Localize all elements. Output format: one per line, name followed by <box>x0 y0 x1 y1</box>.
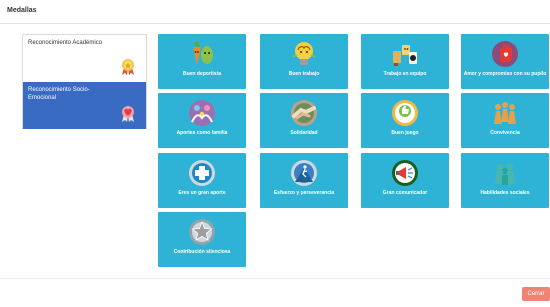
medal-title: Aportes como familia <box>176 130 228 136</box>
medal-title: Buen trabajo <box>288 71 320 77</box>
category-item-socio-emocional[interactable]: Reconocimiento Socio-Emocional <box>23 82 146 129</box>
hand-heart-icon <box>492 41 518 67</box>
heart-medal-icon <box>122 106 134 122</box>
footer-divider <box>0 278 550 279</box>
medal-card-eres-un-gran-aporte[interactable]: Eres un gran aporte <box>158 153 246 208</box>
category-label: Reconocimiento Académico <box>28 40 103 46</box>
medal-title: Buen juego <box>391 130 419 136</box>
climbing-person-icon <box>291 160 317 186</box>
medals-modal: Medallas Reconocimiento Académico Recono… <box>0 0 550 307</box>
ribbon-medal-icon <box>122 59 134 75</box>
thumbs-up-icon <box>392 100 418 126</box>
medal-card-convivencia[interactable]: Convivencia <box>461 93 549 148</box>
medal-title: Esfuerzo y perseverancia <box>273 190 335 196</box>
megaphone-icon <box>392 160 418 186</box>
medal-card-amor-y-compromiso[interactable]: Amor y compromiso con su pupilo <box>461 34 549 89</box>
medal-title: Amor y compromiso con su pupilo <box>463 71 547 77</box>
category-item-academico[interactable]: Reconocimiento Académico <box>23 35 146 82</box>
veggie-characters-icon <box>193 41 213 65</box>
category-label: Reconocimiento Socio-Emocional <box>28 87 90 101</box>
medal-title: Solidaridad <box>290 130 318 136</box>
medal-card-gran-comunicador[interactable]: Gran comunicador <box>361 153 449 208</box>
modal-header: Medallas <box>0 0 550 24</box>
team-characters-icon <box>393 45 417 66</box>
medal-title: Buen deportista <box>182 71 222 77</box>
medal-card-habilidades-sociales[interactable]: Habilidades sociales <box>461 153 549 208</box>
modal-title: Medallas <box>7 7 37 14</box>
handshake-icon <box>291 100 317 126</box>
medal-card-trabajo-en-equipo[interactable]: Trabajo en equipo <box>361 34 449 89</box>
category-list: Reconocimiento Académico Reconocimiento … <box>22 34 147 129</box>
medal-card-solidaridad[interactable]: Solidaridad <box>260 93 348 148</box>
medal-card-esfuerzo-y-perseverancia[interactable]: Esfuerzo y perseverancia <box>260 153 348 208</box>
medal-card-aportes-como-familia[interactable]: Aportes como familia <box>158 93 246 148</box>
plus-icon <box>189 160 215 186</box>
medal-title: Habilidades sociales <box>480 190 530 196</box>
lightbulb-brain-icon <box>292 42 316 65</box>
social-people-icon <box>495 164 515 185</box>
medal-title: Contribución silenciosa <box>173 249 231 255</box>
close-button[interactable]: Cerrar <box>522 287 550 301</box>
medal-card-buen-deportista[interactable]: Buen deportista <box>158 34 246 89</box>
medal-card-buen-trabajo[interactable]: Buen trabajo <box>260 34 348 89</box>
star-icon <box>189 219 215 245</box>
medal-title: Eres un gran aporte <box>178 190 226 196</box>
medal-title: Gran comunicador <box>382 190 428 196</box>
medal-card-contribucion-silenciosa[interactable]: Contribución silenciosa <box>158 212 246 267</box>
medal-card-buen-juego[interactable]: Buen juego <box>361 93 449 148</box>
people-group-icon <box>494 102 516 124</box>
family-icon <box>189 100 215 126</box>
medal-title: Trabajo en equipo <box>383 71 427 77</box>
medal-title: Convivencia <box>490 130 520 136</box>
